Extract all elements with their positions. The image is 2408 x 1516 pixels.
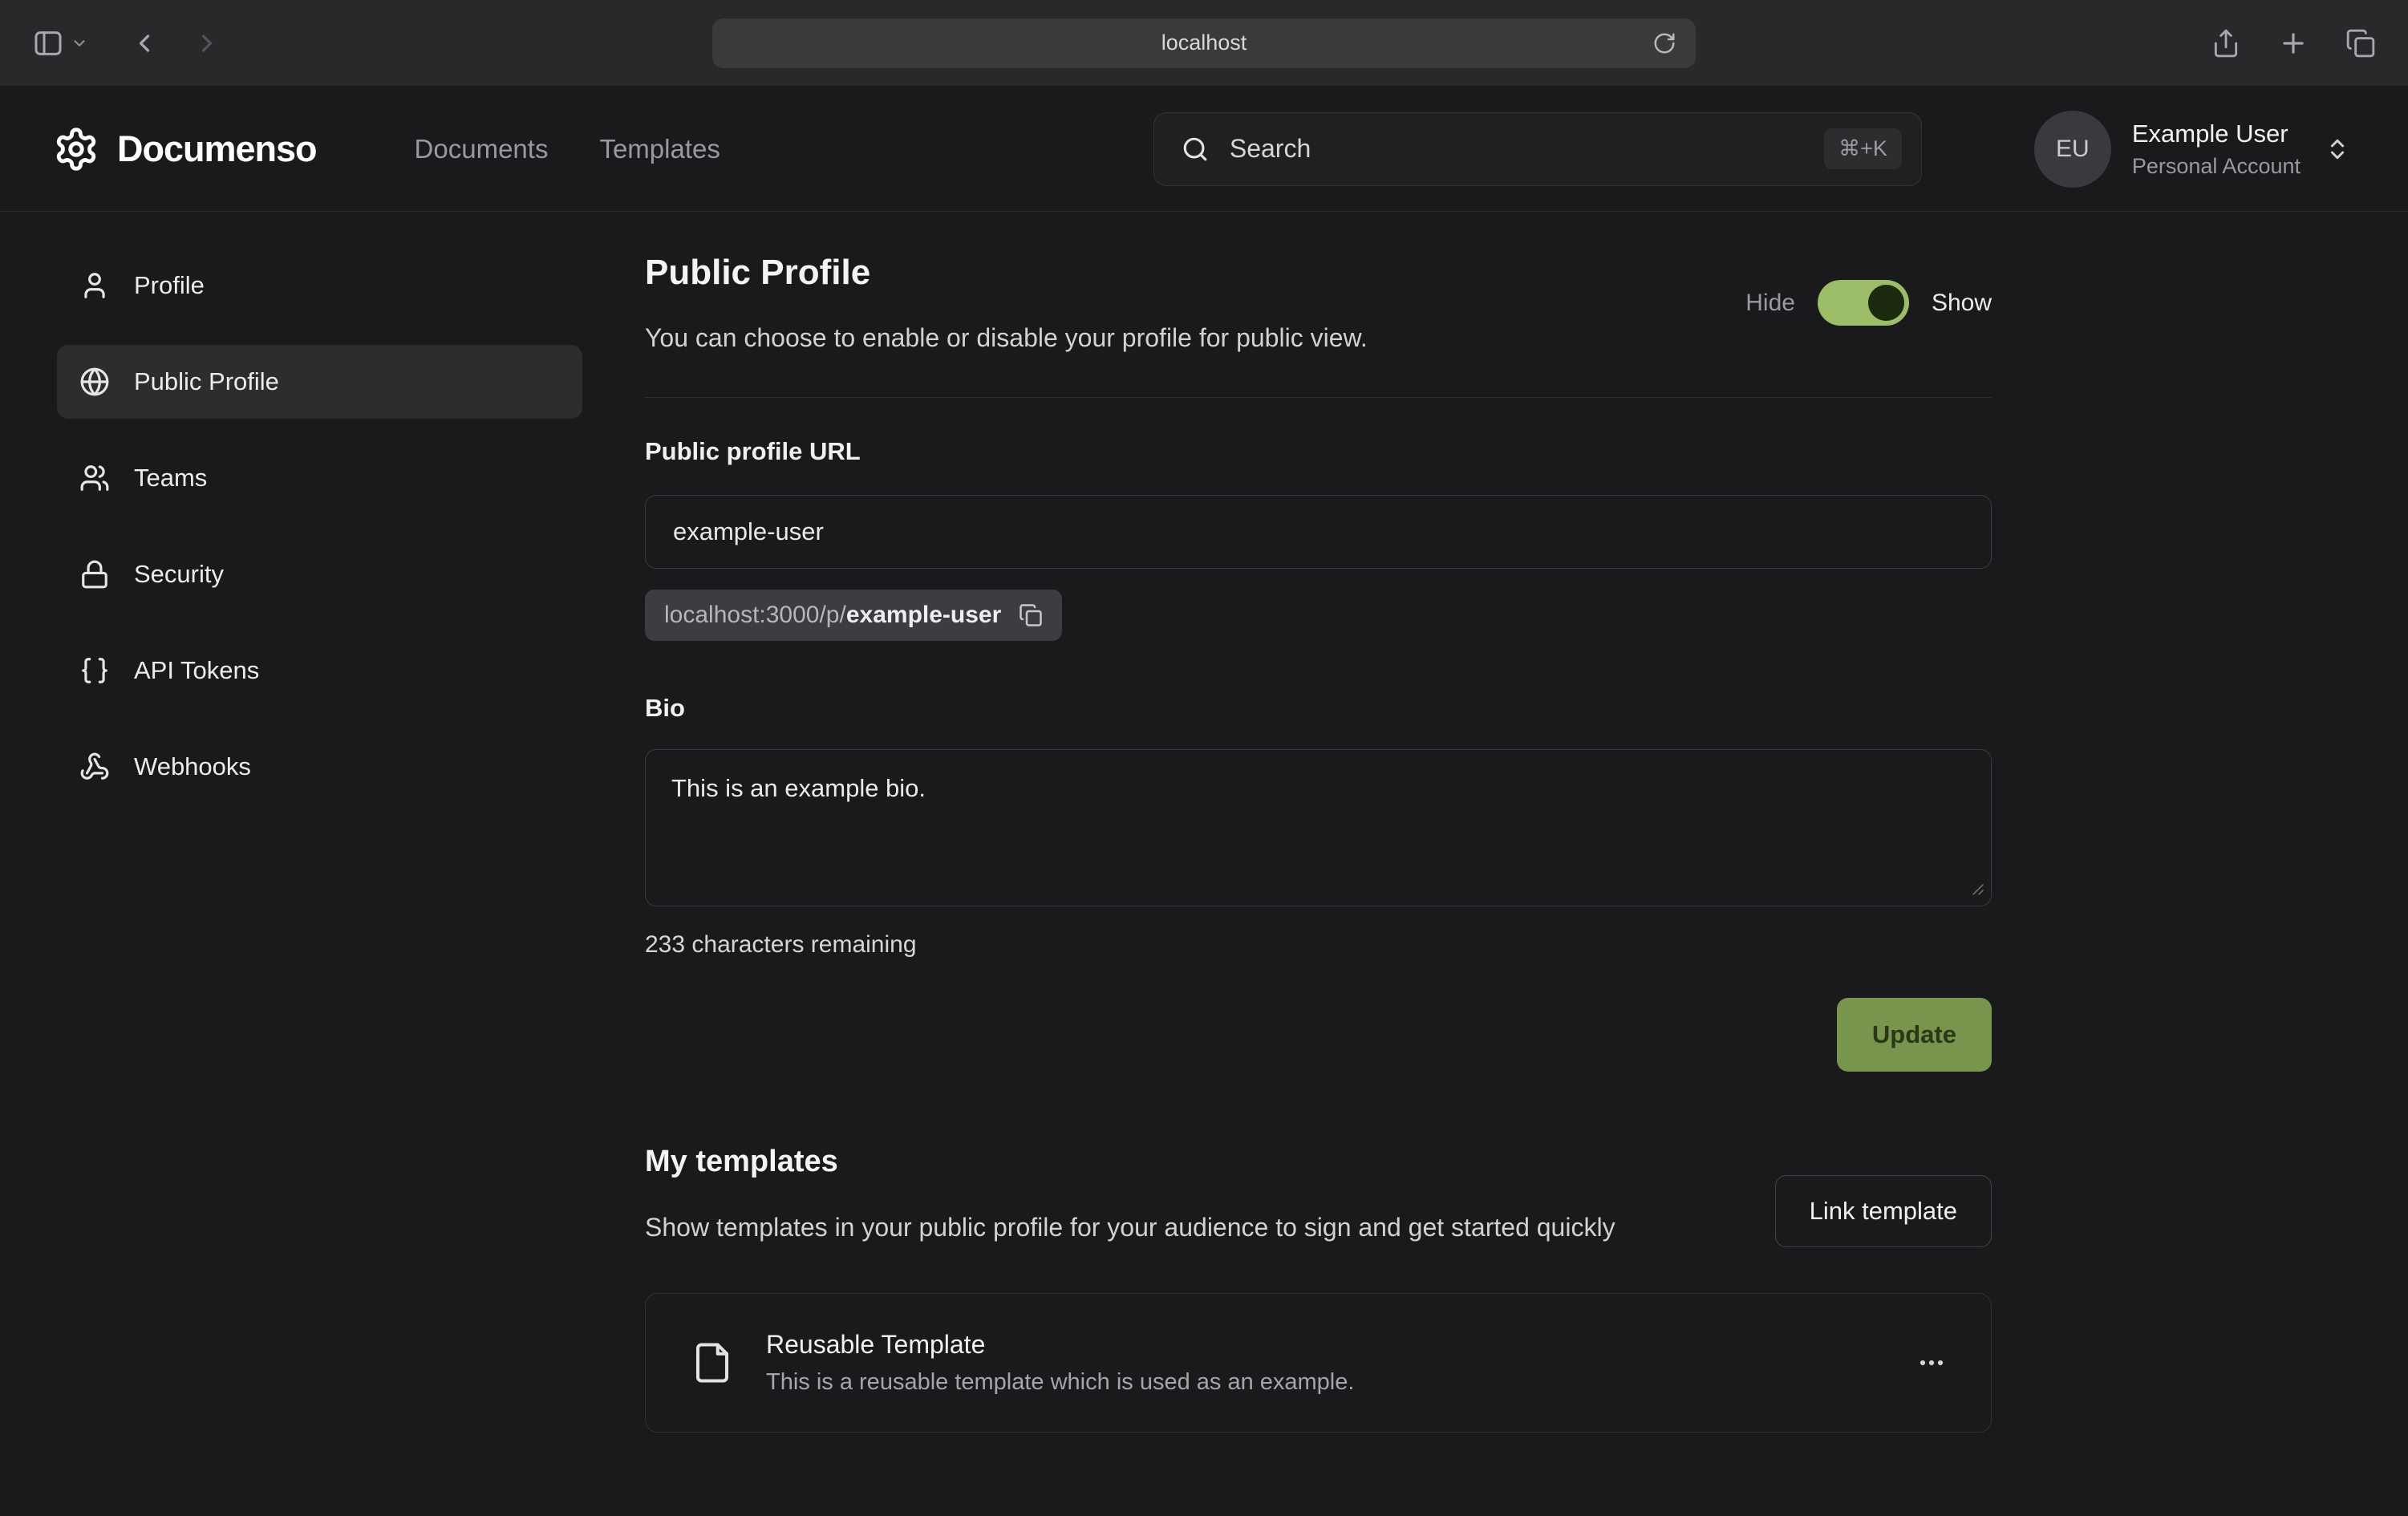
- template-card: Reusable Template This is a reusable tem…: [645, 1293, 1992, 1433]
- search-placeholder: Search: [1230, 134, 1803, 164]
- visibility-control: Hide Show: [1745, 280, 1992, 326]
- sidebar-item-api-tokens[interactable]: API Tokens: [57, 634, 582, 707]
- sidebar-item-label: Security: [134, 560, 224, 589]
- share-icon[interactable]: [2211, 28, 2241, 59]
- template-title: Reusable Template: [766, 1330, 1914, 1360]
- update-button[interactable]: Update: [1837, 998, 1992, 1072]
- nav-templates[interactable]: Templates: [599, 134, 720, 164]
- settings-main: Public Profile You can choose to enable …: [645, 212, 1992, 1433]
- profile-url-text: localhost:3000/p/example-user: [664, 602, 1001, 629]
- chevrons-up-down-icon: [2325, 136, 2350, 162]
- user-icon: [79, 270, 110, 301]
- app-header: Documenso Documents Templates Search ⌘+K…: [0, 87, 2408, 212]
- sidebar-item-public-profile[interactable]: Public Profile: [57, 345, 582, 419]
- address-bar[interactable]: localhost: [712, 18, 1696, 68]
- characters-remaining: 233 characters remaining: [645, 931, 1992, 959]
- my-templates-title: My templates: [645, 1145, 1615, 1179]
- search-shortcut-badge: ⌘+K: [1824, 128, 1902, 169]
- braces-icon: [79, 655, 110, 686]
- sidebar-item-teams[interactable]: Teams: [57, 441, 582, 515]
- sidebar-item-label: Public Profile: [134, 367, 279, 396]
- forward-icon[interactable]: [193, 29, 221, 58]
- bio-textarea[interactable]: This is an example bio.: [645, 749, 1992, 906]
- sidebar-item-label: Profile: [134, 271, 205, 300]
- sidebar-toggle-icon[interactable]: [32, 27, 64, 59]
- browser-chrome: localhost: [0, 0, 2408, 87]
- sidebar-item-webhooks[interactable]: Webhooks: [57, 730, 582, 804]
- copy-icon[interactable]: [1019, 603, 1043, 627]
- back-icon[interactable]: [130, 29, 159, 58]
- search-icon: [1182, 136, 1209, 163]
- page-subtitle: You can choose to enable or disable your…: [645, 323, 1368, 353]
- divider: [645, 397, 1992, 398]
- chevron-down-icon[interactable]: [71, 34, 88, 52]
- visibility-toggle[interactable]: [1818, 280, 1909, 326]
- ellipsis-menu-icon[interactable]: [1914, 1345, 1949, 1380]
- globe-icon: [79, 367, 110, 397]
- show-label: Show: [1932, 290, 1992, 317]
- tab-overview-icon[interactable]: [2345, 28, 2376, 59]
- user-name: Example User: [2132, 120, 2301, 148]
- search-bar[interactable]: Search ⌘+K: [1153, 112, 1922, 186]
- user-menu[interactable]: EU Example User Personal Account: [2034, 111, 2350, 188]
- main-nav: Documents Templates: [415, 134, 720, 164]
- link-template-button[interactable]: Link template: [1775, 1175, 1992, 1247]
- template-description: This is a reusable template which is use…: [766, 1369, 1914, 1396]
- file-icon: [691, 1341, 734, 1384]
- page-title: Public Profile: [645, 253, 1368, 293]
- lock-icon: [79, 559, 110, 590]
- nav-documents[interactable]: Documents: [415, 134, 549, 164]
- url-field-label: Public profile URL: [645, 437, 1992, 466]
- my-templates-description: Show templates in your public profile fo…: [645, 1206, 1615, 1248]
- brand-name: Documenso: [117, 128, 317, 170]
- resize-handle-icon[interactable]: [1969, 881, 1985, 897]
- documenso-logo-icon: [53, 126, 99, 172]
- avatar: EU: [2034, 111, 2111, 188]
- users-icon: [79, 463, 110, 493]
- hide-label: Hide: [1745, 290, 1795, 317]
- sidebar-item-label: API Tokens: [134, 656, 259, 685]
- brand[interactable]: Documenso: [53, 126, 317, 172]
- user-account-type: Personal Account: [2132, 154, 2301, 179]
- sidebar-item-label: Teams: [134, 464, 207, 492]
- address-bar-url: localhost: [1161, 30, 1247, 55]
- toggle-knob: [1868, 285, 1904, 321]
- public-profile-url-input[interactable]: [645, 495, 1992, 569]
- sidebar-item-profile[interactable]: Profile: [57, 249, 582, 322]
- bio-field-label: Bio: [645, 694, 1992, 723]
- reload-icon[interactable]: [1652, 31, 1676, 55]
- profile-url-preview: localhost:3000/p/example-user: [645, 590, 1062, 641]
- settings-sidebar: Profile Public Profile Teams Security AP…: [0, 212, 645, 1433]
- webhook-icon: [79, 752, 110, 782]
- sidebar-item-label: Webhooks: [134, 752, 251, 781]
- new-tab-icon[interactable]: [2278, 28, 2309, 59]
- sidebar-item-security[interactable]: Security: [57, 537, 582, 611]
